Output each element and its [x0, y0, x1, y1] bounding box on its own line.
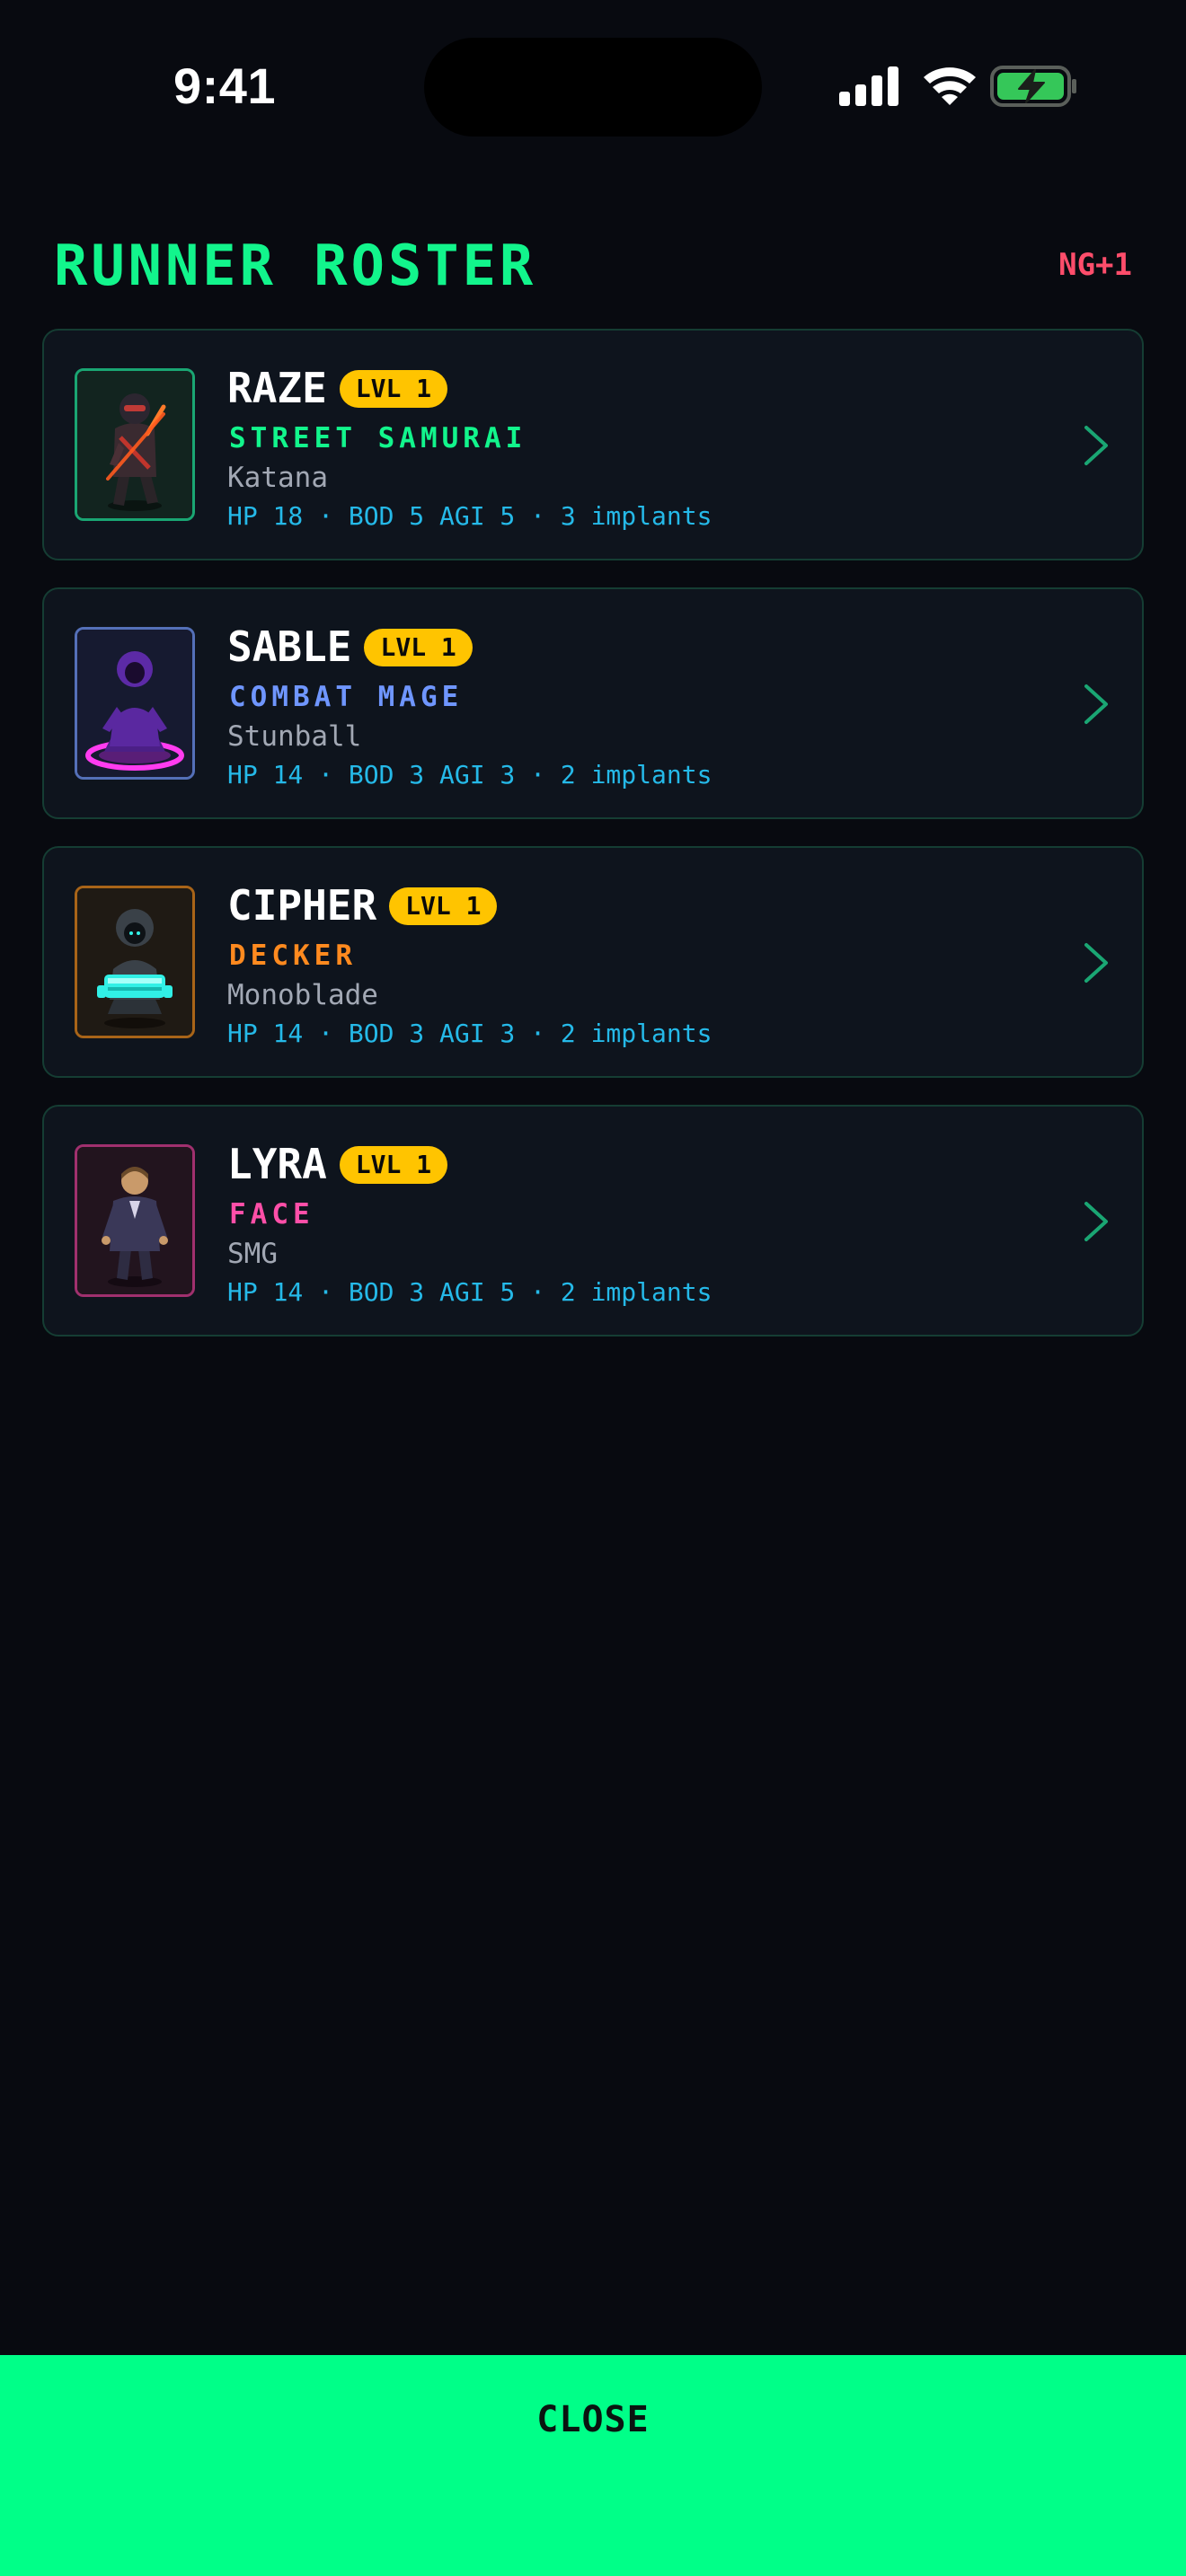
- runner-roster-list: RAZE LVL 1 STREET SAMURAI Katana HP 18 · …: [42, 329, 1144, 1363]
- close-button[interactable]: CLOSE: [0, 2355, 1186, 2576]
- runner-stats: HP 14 · BOD 3 AGI 3 · 2 implants: [227, 1019, 712, 1048]
- decker-portrait-icon: [75, 886, 195, 1038]
- level-badge: LVL 1: [364, 629, 473, 666]
- runner-name: LYRA LVL 1: [227, 1137, 448, 1191]
- level-badge: LVL 1: [339, 1146, 448, 1184]
- mage-portrait-icon: [75, 627, 195, 780]
- runner-stats: HP 14 · BOD 3 AGI 5 · 2 implants: [227, 1277, 712, 1307]
- new-game-plus-badge: NG+1: [1058, 247, 1132, 283]
- runner-name: CIPHER LVL 1: [227, 878, 498, 932]
- close-button-label: CLOSE: [536, 2399, 650, 2440]
- runner-card-lyra[interactable]: LYRA LVL 1 FACE SMG HP 14 · BOD 3 AGI 5 ·…: [42, 1105, 1144, 1337]
- level-badge: LVL 1: [339, 370, 448, 408]
- runner-card-sable[interactable]: SABLE LVL 1 COMBAT MAGE Stunball HP 14 · …: [42, 587, 1144, 819]
- runner-class: COMBAT MAGE: [229, 681, 464, 713]
- runner-name: SABLE LVL 1: [227, 620, 473, 674]
- level-badge: LVL 1: [389, 887, 498, 925]
- runner-weapon: Katana: [227, 462, 328, 494]
- runner-class: FACE: [229, 1198, 314, 1231]
- chevron-right-icon[interactable]: [1083, 941, 1110, 984]
- runner-class: DECKER: [229, 940, 357, 972]
- chevron-right-icon[interactable]: [1083, 683, 1110, 726]
- runner-name: RAZE LVL 1: [227, 361, 448, 415]
- samurai-portrait-icon: [75, 368, 195, 521]
- runner-stats: HP 14 · BOD 3 AGI 3 · 2 implants: [227, 760, 712, 790]
- dynamic-island: [424, 38, 762, 137]
- runner-card-raze[interactable]: RAZE LVL 1 STREET SAMURAI Katana HP 18 · …: [42, 329, 1144, 560]
- runner-weapon: Stunball: [227, 720, 362, 753]
- runner-name-text: SABLE: [227, 622, 352, 671]
- runner-weapon: Monoblade: [227, 979, 378, 1011]
- page-title: RUNNER ROSTER: [54, 233, 537, 298]
- runner-name-text: LYRA: [227, 1140, 327, 1188]
- runner-stats: HP 18 · BOD 5 AGI 5 · 3 implants: [227, 501, 712, 531]
- face-portrait-icon: [75, 1144, 195, 1297]
- runner-name-text: CIPHER: [227, 881, 377, 930]
- runner-card-cipher[interactable]: CIPHER LVL 1 DECKER Monoblade HP 14 · BOD…: [42, 846, 1144, 1078]
- chevron-right-icon[interactable]: [1083, 1200, 1110, 1243]
- runner-class: STREET SAMURAI: [229, 422, 527, 454]
- status-icons: [839, 63, 1082, 110]
- cellular-signal-icon: [839, 66, 898, 106]
- status-time: 9:41: [173, 57, 277, 114]
- wifi-icon: [924, 67, 976, 105]
- chevron-right-icon[interactable]: [1083, 424, 1110, 467]
- runner-name-text: RAZE: [227, 364, 327, 412]
- battery-charging-icon: [990, 66, 1076, 107]
- runner-weapon: SMG: [227, 1238, 278, 1270]
